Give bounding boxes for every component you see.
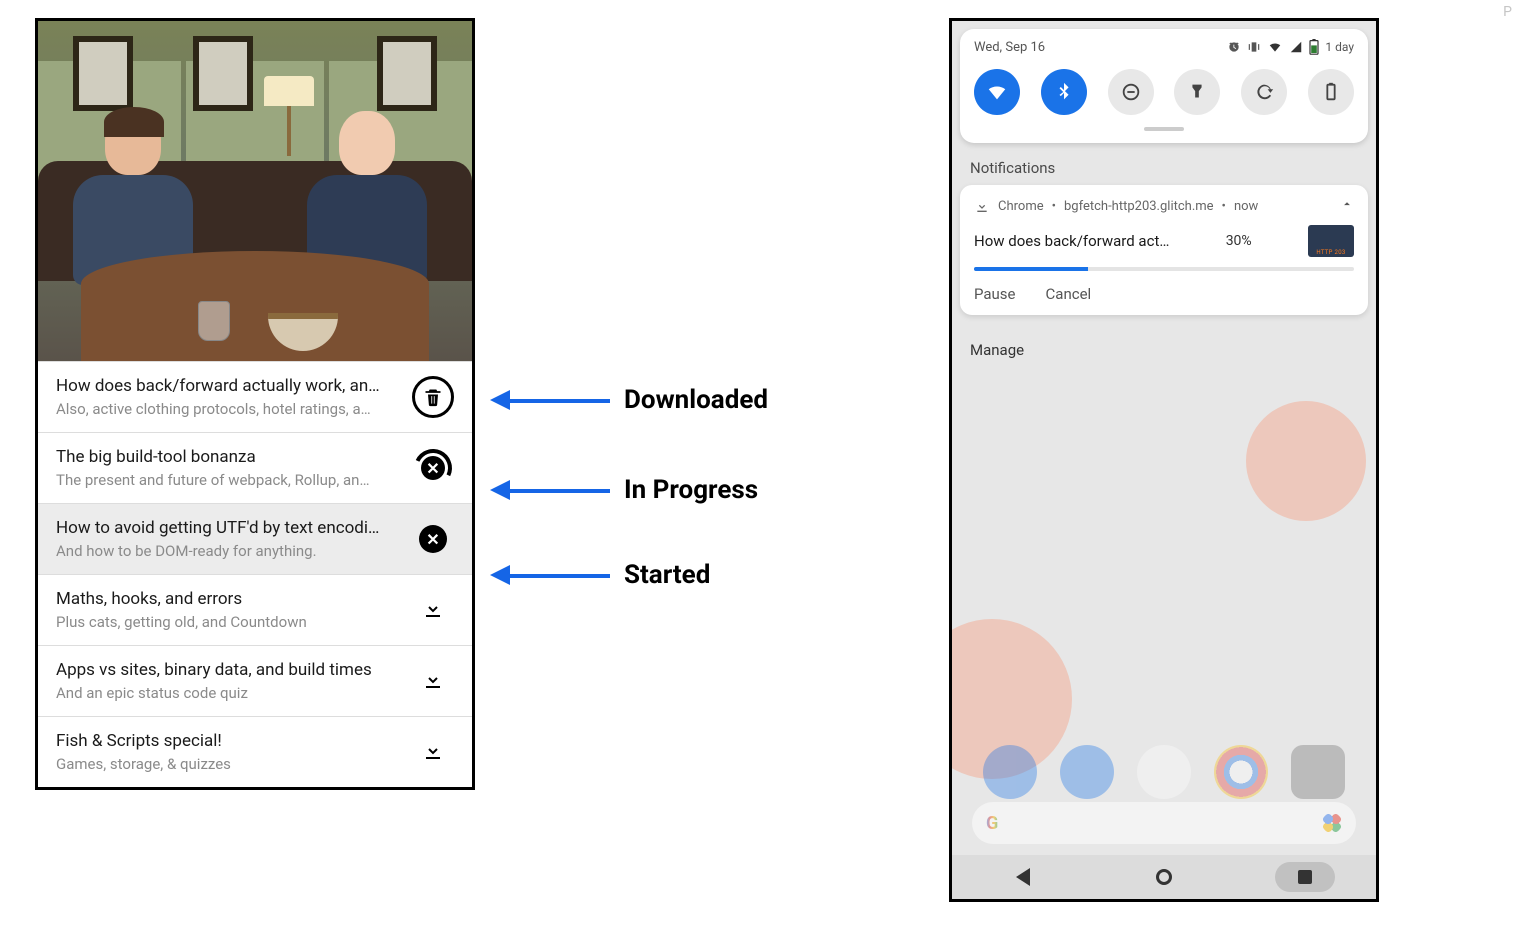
progress-spinner-icon: ✕ [414,449,452,487]
notification-thumbnail [1308,225,1354,257]
episode-subtitle: And how to be DOM-ready for anything. [56,542,400,560]
dock [972,745,1356,799]
bluetooth-toggle[interactable] [1041,69,1087,115]
corner-badge: P [1503,4,1512,20]
status-bar: Wed, Sep 16 1 day [974,39,1354,55]
download-icon [421,596,445,624]
camera-app-icon[interactable] [1291,745,1345,799]
cancel-download-button[interactable]: ✕ [412,518,454,560]
vibrate-icon [1247,40,1261,54]
episode-subtitle: And an epic status code quiz [56,684,400,702]
messages-app-icon[interactable] [1060,745,1114,799]
notifications-section-label: Notifications [970,159,1376,177]
flashlight-toggle[interactable] [1174,69,1220,115]
episode-title: How does back/forward actually work, an… [56,376,400,396]
episode-subtitle: Games, storage, & quizzes [56,755,400,773]
notification-app-line: Chrome • bgfetch-http203.glitch.me • now [974,198,1258,214]
notification-source: bgfetch-http203.glitch.me [1064,199,1214,214]
assistant-icon[interactable] [1322,813,1342,833]
notification-app-name: Chrome [998,199,1044,214]
phone-app-icon[interactable] [983,745,1037,799]
android-notification-shade-frame: G Wed, Sep 16 1 day Notifications [949,18,1379,902]
quick-settings-panel: Wed, Sep 16 1 day [960,29,1368,143]
rotation-toggle[interactable] [1241,69,1287,115]
back-button[interactable] [993,862,1053,892]
status-date: Wed, Sep 16 [974,40,1045,55]
wifi-toggle[interactable] [974,69,1020,115]
podcast-app-frame: How does back/forward actually work, an…… [35,18,475,790]
download-icon [421,738,445,766]
annotation-label: Started [624,560,710,590]
download-button[interactable] [412,660,454,702]
hero-image [38,21,472,361]
manage-button[interactable]: Manage [970,341,1376,359]
episode-row[interactable]: Apps vs sites, binary data, and build ti… [38,645,472,716]
cancel-button[interactable]: Cancel [1046,285,1092,303]
play-store-icon[interactable] [1137,745,1191,799]
download-notification[interactable]: Chrome • bgfetch-http203.glitch.me • now… [960,185,1368,315]
notification-title: How does back/forward act… [974,232,1169,250]
episode-title: The big build-tool bonanza [56,447,400,467]
download-icon [974,198,990,214]
google-search-bar[interactable]: G [972,802,1356,844]
quick-settings-toggles [974,69,1354,115]
annotation-label: In Progress [624,475,758,505]
recents-button[interactable] [1275,862,1335,892]
collapse-icon[interactable] [1340,197,1354,215]
battery-icon [1309,39,1319,55]
annotation-label: Downloaded [624,385,768,415]
dnd-toggle[interactable] [1108,69,1154,115]
episode-subtitle: Plus cats, getting old, and Countdown [56,613,400,631]
annotation-in-progress: In Progress [490,475,758,505]
download-button[interactable] [412,589,454,631]
episode-row[interactable]: How to avoid getting UTF'd by text encod… [38,503,472,574]
homescreen-background: G [952,441,1376,899]
episode-row[interactable]: The big build-tool bonanza The present a… [38,432,472,503]
google-logo-icon: G [986,813,998,834]
episode-subtitle: The present and future of webpack, Rollu… [56,471,400,489]
system-nav-bar [952,855,1376,899]
battery-saver-toggle[interactable] [1308,69,1354,115]
wifi-icon [1267,40,1283,54]
alarm-icon [1227,40,1241,54]
download-progress-bar [974,267,1354,271]
notification-percent: 30% [1226,233,1252,249]
episode-title: Apps vs sites, binary data, and build ti… [56,660,400,680]
episode-row[interactable]: Maths, hooks, and errors Plus cats, gett… [38,574,472,645]
drag-handle[interactable] [1144,127,1184,131]
battery-text: 1 day [1325,40,1354,54]
home-button[interactable] [1134,862,1194,892]
episode-title: How to avoid getting UTF'd by text encod… [56,518,400,538]
download-icon [421,667,445,695]
episode-title: Maths, hooks, and errors [56,589,400,609]
delete-button[interactable] [412,376,454,418]
download-button[interactable] [412,731,454,773]
episode-row[interactable]: How does back/forward actually work, an…… [38,361,472,432]
episode-subtitle: Also, active clothing protocols, hotel r… [56,400,400,418]
signal-icon [1289,40,1303,54]
annotation-downloaded: Downloaded [490,385,768,415]
episode-row[interactable]: Fish & Scripts special! Games, storage, … [38,716,472,787]
annotation-started: Started [490,560,710,590]
episode-title: Fish & Scripts special! [56,731,400,751]
cancel-download-button[interactable]: ✕ [412,447,454,489]
trash-icon [412,376,454,418]
cancel-icon: ✕ [419,525,447,553]
pause-button[interactable]: Pause [974,285,1016,303]
chrome-app-icon[interactable] [1214,745,1268,799]
notification-time: now [1234,199,1258,214]
